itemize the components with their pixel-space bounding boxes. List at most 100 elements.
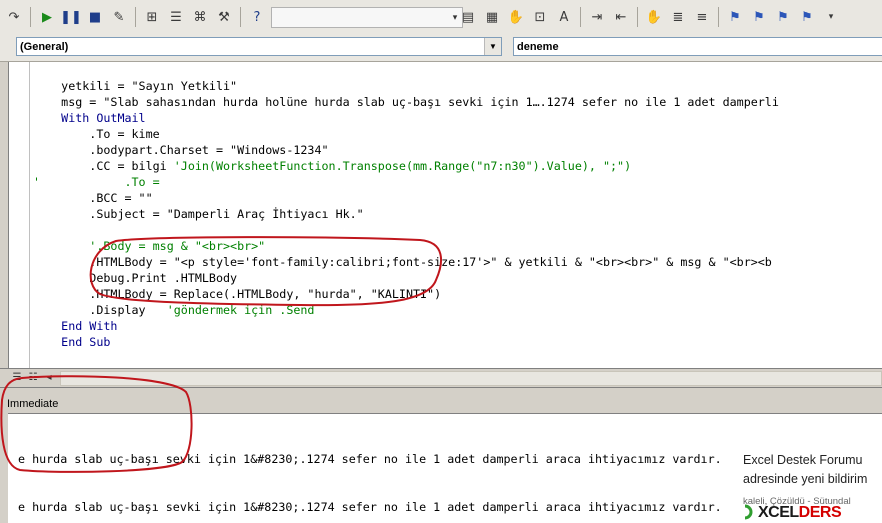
- run-icon[interactable]: ▶: [37, 7, 57, 27]
- full-module-view-icon[interactable]: ☷: [26, 371, 40, 384]
- code-text: yetkili = "Sayın Yetkili": [61, 79, 238, 93]
- list-properties-icon[interactable]: ▤: [458, 7, 478, 27]
- complete-word-icon[interactable]: A: [554, 7, 574, 27]
- margin-indicator-bar[interactable]: [9, 62, 30, 368]
- code-editor[interactable]: yetkili = "Sayın Yetkili" msg = "Slab sa…: [8, 62, 882, 368]
- design-mode-icon[interactable]: ✎: [109, 7, 129, 27]
- horizontal-scrollbar[interactable]: [60, 371, 882, 386]
- toolbar-separator: [135, 7, 136, 27]
- reset-icon[interactable]: ■: [85, 7, 105, 27]
- code-text: .HTMLBody = Replace(.HTMLBody, "hurda", …: [89, 287, 442, 301]
- outdent-icon[interactable]: ⇤: [611, 7, 631, 27]
- prev-bookmark-icon[interactable]: ⚑: [773, 7, 793, 27]
- immediate-window-title: Immediate: [0, 395, 882, 413]
- code-line: With OutMail: [33, 110, 779, 126]
- code-line: .bodypart.Charset = "Windows-1234": [33, 142, 779, 158]
- object-combo-value: (General): [20, 41, 69, 53]
- code-text: End With: [61, 319, 118, 333]
- code-line: .HTMLBody = Replace(.HTMLBody, "hurda", …: [33, 286, 779, 302]
- object-browser-icon[interactable]: ⌘: [190, 7, 210, 27]
- brand-logo-prefix: XCEL: [758, 504, 799, 521]
- code-lines: yetkili = "Sayın Yetkili" msg = "Slab sa…: [33, 78, 779, 350]
- code-line: .Display 'göndermek için .Send: [33, 302, 779, 318]
- code-text: ' .To =: [33, 175, 160, 189]
- notification-body: adresinde yeni bildirim: [743, 472, 868, 486]
- editor-bottom-strip: ☰ ☷ ◂: [0, 368, 882, 388]
- list-constants-icon[interactable]: ▦: [482, 7, 502, 27]
- scroll-left-icon[interactable]: ◂: [42, 371, 56, 384]
- toolbar-group-run: ↷ ▶ ❚❚ ■ ✎ ⊞ ☰ ⌘ ⚒ ? ▾: [4, 5, 463, 29]
- project-explorer-icon[interactable]: ⊞: [142, 7, 162, 27]
- toolbar-separator: [718, 7, 719, 27]
- clear-bookmarks-icon[interactable]: ⚑: [797, 7, 817, 27]
- code-text: '.Body = msg & "<br><br>": [89, 239, 266, 253]
- immediate-line: e hurda slab uç-başı sevki için 1&#8230;…: [18, 452, 778, 466]
- standard-toolbar: ↷ ▶ ❚❚ ■ ✎ ⊞ ☰ ⌘ ⚒ ? ▾ ▤ ▦ ✋ ⊡ A ⇥ ⇤ ✋ ≣…: [0, 0, 882, 35]
- toolbar-separator: [240, 7, 241, 27]
- properties-icon[interactable]: ☰: [166, 7, 186, 27]
- procedure-view-icon[interactable]: ☰: [10, 371, 24, 384]
- code-text: .To = kime: [89, 127, 160, 141]
- procedure-combo-value: deneme: [517, 41, 559, 53]
- toggle-breakpoint-icon[interactable]: ✋: [644, 7, 664, 27]
- code-comment: 'Join(WorksheetFunction.Transpose(mm.Ran…: [166, 159, 632, 173]
- code-text: .HTMLBody = "<p style='font-family:calib…: [89, 255, 772, 269]
- help-icon[interactable]: ?: [247, 7, 267, 27]
- code-comment: 'göndermek için .Send: [145, 303, 315, 317]
- code-line: .Subject = "Damperli Araç İhtiyacı Hk.": [33, 206, 779, 222]
- code-line: Debug.Print .HTMLBody: [33, 270, 779, 286]
- break-icon[interactable]: ❚❚: [60, 7, 82, 27]
- code-line: yetkili = "Sayın Yetkili": [33, 78, 779, 94]
- code-text: Debug.Print .HTMLBody: [89, 271, 238, 285]
- code-line: .HTMLBody = "<p style='font-family:calib…: [33, 254, 779, 270]
- quick-info-icon[interactable]: ✋: [506, 7, 526, 27]
- code-text: .BCC = "": [89, 191, 153, 205]
- procedure-combo[interactable]: deneme: [513, 37, 882, 56]
- code-text: .bodypart.Charset = "Windows-1234": [89, 143, 329, 157]
- code-line: End Sub: [33, 334, 779, 350]
- next-bookmark-icon[interactable]: ⚑: [749, 7, 769, 27]
- brand-logo-suffix: DERS: [798, 504, 842, 521]
- indent-icon[interactable]: ⇥: [587, 7, 607, 27]
- code-text: .Subject = "Damperli Araç İhtiyacı Hk.": [89, 207, 364, 221]
- toolbar-separator: [580, 7, 581, 27]
- code-line: '.Body = msg & "<br><br>": [33, 238, 779, 254]
- redo-icon[interactable]: ↷: [4, 7, 24, 27]
- uncomment-block-icon[interactable]: ≡: [692, 7, 712, 27]
- chevron-down-icon[interactable]: ▼: [484, 38, 501, 55]
- notification-title: Excel Destek Forumu: [743, 453, 863, 467]
- immediate-output: e hurda slab uç-başı sevki için 1&#8230;…: [18, 419, 778, 523]
- code-line: End With: [33, 318, 779, 334]
- immediate-line: e hurda slab uç-başı sevki için 1&#8230;…: [18, 500, 778, 514]
- code-text: msg = "Slab sahasından hurda holüne hurd…: [61, 95, 779, 109]
- forum-notification[interactable]: Excel Destek Forumu adresinde yeni bildi…: [728, 446, 882, 522]
- parameter-info-icon[interactable]: ⊡: [530, 7, 550, 27]
- toolbox-icon[interactable]: ⚒: [214, 7, 234, 27]
- brand-logo-icon: [744, 504, 753, 520]
- toggle-bookmark-icon[interactable]: ⚑: [725, 7, 745, 27]
- code-text: With OutMail: [61, 111, 146, 125]
- toolbar-options-icon[interactable]: ▾: [821, 7, 841, 27]
- toolbar-separator: [30, 7, 31, 27]
- toolbar-blank-field[interactable]: ▾: [271, 6, 463, 28]
- brand-logo: XCELDERS: [758, 504, 842, 522]
- comment-block-icon[interactable]: ≣: [668, 7, 688, 27]
- toolbar-separator: [637, 7, 638, 27]
- toolbar-group-edit: ▤ ▦ ✋ ⊡ A ⇥ ⇤ ✋ ≣ ≡ ⚑ ⚑ ⚑ ⚑ ▾: [458, 5, 841, 29]
- object-combo[interactable]: (General) ▼: [16, 37, 502, 56]
